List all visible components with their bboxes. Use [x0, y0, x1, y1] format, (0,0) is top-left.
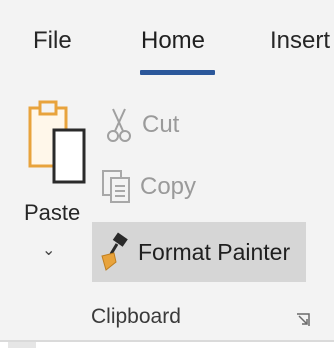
- dialog-launcher-icon[interactable]: [296, 313, 310, 327]
- tab-insert[interactable]: Insert: [270, 26, 330, 56]
- copy-icon: [100, 167, 134, 207]
- tab-home[interactable]: Home: [141, 26, 205, 56]
- format-painter-label: Format Painter: [138, 238, 291, 265]
- scissors-icon: [102, 105, 136, 145]
- active-tab-indicator: [140, 70, 215, 75]
- word-ribbon-clipboard: File Home Insert Paste ⌄ Cut Copy Format…: [0, 0, 334, 351]
- paste-label: Paste: [24, 200, 81, 225]
- paste-dropdown-caret[interactable]: ⌄: [42, 240, 55, 260]
- copy-label: Copy: [140, 173, 197, 200]
- paintbrush-icon: [98, 232, 132, 272]
- cut-button[interactable]: Cut: [102, 104, 179, 146]
- tab-file[interactable]: File: [33, 26, 72, 56]
- format-painter-button[interactable]: Format Painter: [92, 222, 306, 282]
- paste-button[interactable]: Paste ⌄: [18, 100, 88, 280]
- clipboard-group-label: Clipboard: [91, 305, 181, 328]
- cut-label: Cut: [142, 111, 180, 138]
- copy-button[interactable]: Copy: [100, 166, 196, 208]
- ribbon-tab-bar: File Home Insert: [0, 0, 334, 86]
- document-area-edge: [0, 342, 334, 351]
- clipboard-paste-icon: [28, 100, 86, 184]
